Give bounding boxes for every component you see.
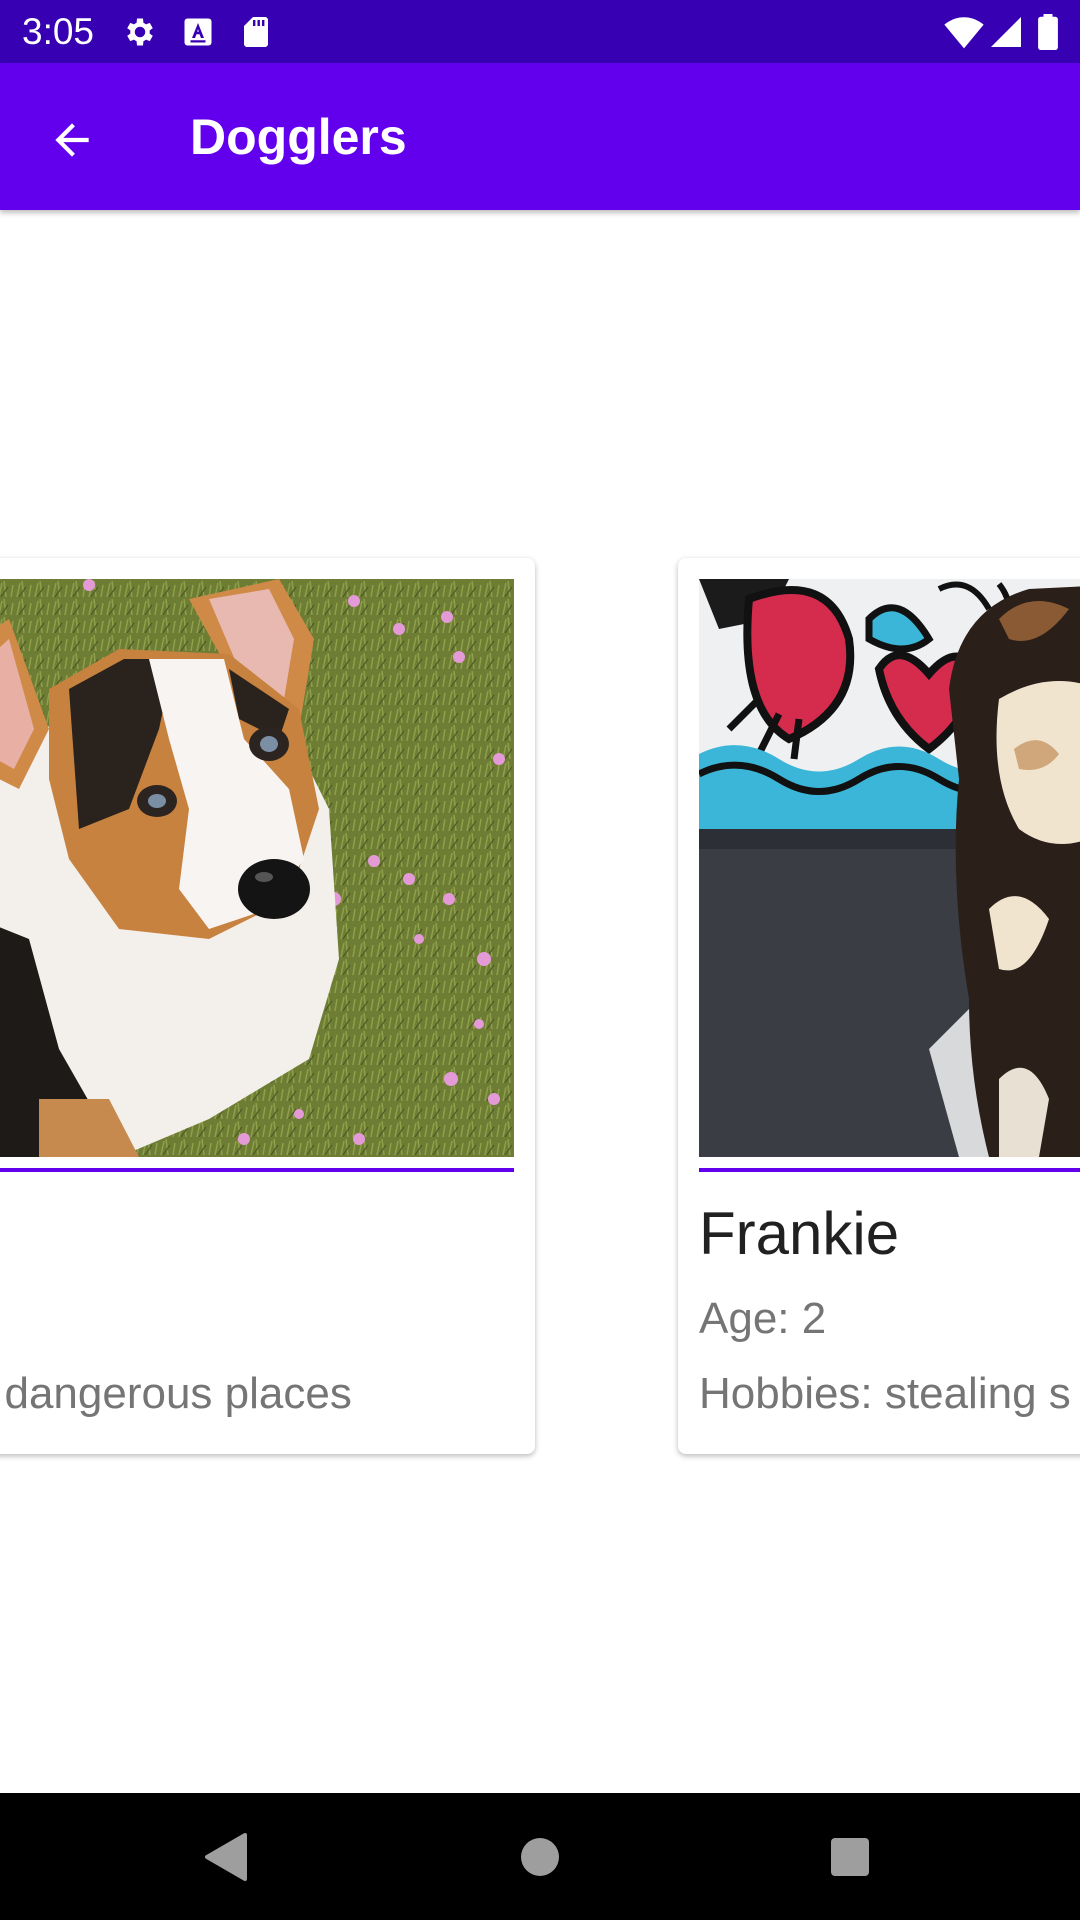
arrow-back-icon	[55, 123, 89, 157]
nav-back-icon	[205, 1833, 247, 1881]
dog-carousel[interactable]: in dangerous places	[0, 210, 1080, 1793]
sd-card-icon	[238, 14, 274, 50]
app-bar: Dogglers	[0, 63, 1080, 210]
back-button[interactable]	[30, 98, 114, 182]
page-title: Dogglers	[190, 109, 407, 165]
keyboard-a-icon	[180, 14, 216, 50]
status-time: 3:05	[22, 11, 95, 52]
dog-hobbies: in dangerous places	[0, 1369, 352, 1418]
corgi-photo	[0, 579, 514, 1157]
nav-recents-icon	[831, 1838, 869, 1876]
dog-hobbies: Hobbies: stealing s	[699, 1369, 1071, 1418]
card-divider	[699, 1168, 1080, 1172]
card-divider	[0, 1168, 514, 1172]
dog-card[interactable]: in dangerous places	[0, 558, 535, 1454]
nav-recents-button[interactable]	[810, 1817, 890, 1897]
battery-icon	[1036, 14, 1060, 50]
dog-age: Age: 2	[699, 1294, 827, 1343]
cell-signal-icon	[988, 14, 1024, 50]
status-bar: 3:05	[0, 0, 1080, 63]
dog-card[interactable]: Frankie Age: 2 Hobbies: stealing s	[678, 558, 1080, 1454]
system-navigation-bar	[0, 1793, 1080, 1920]
wifi-icon	[944, 14, 984, 50]
dog-name: Frankie	[699, 1200, 900, 1267]
settings-icon	[122, 14, 158, 50]
nav-home-icon	[521, 1838, 559, 1876]
nav-back-button[interactable]	[186, 1817, 266, 1897]
frankie-photo	[699, 579, 1080, 1157]
nav-home-button[interactable]	[500, 1817, 580, 1897]
